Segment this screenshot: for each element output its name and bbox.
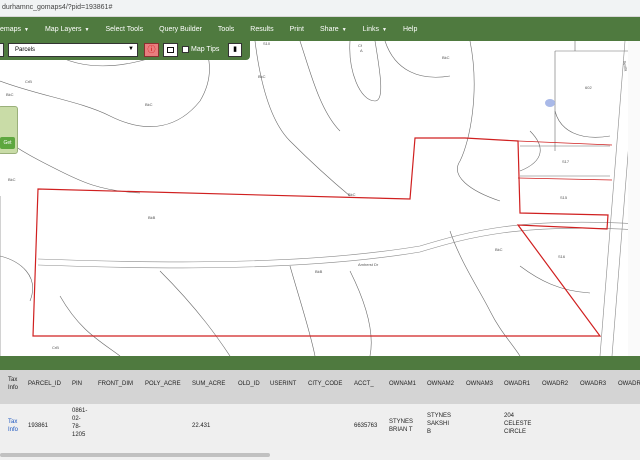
menu-results[interactable]: Results <box>250 26 273 33</box>
parcel-number-label: S15 <box>560 195 568 200</box>
col-header-old-id[interactable]: OLD_ID <box>238 380 260 388</box>
get-button[interactable]: Get <box>0 137 15 149</box>
menu-share[interactable]: Share ▼ <box>320 26 347 33</box>
soil-boundaries <box>0 41 630 356</box>
identify-button[interactable]: ⓘ <box>144 43 159 57</box>
soil-label: BkB <box>315 269 323 274</box>
results-horizontal-scrollbar[interactable] <box>0 450 640 460</box>
menu-emaps[interactable]: emaps ▼ <box>0 26 29 33</box>
soil-label: BkB <box>148 215 156 220</box>
soil-label: BkC <box>495 247 503 252</box>
soil-label: CrB <box>52 345 59 350</box>
menu-select-tools[interactable]: Select Tools <box>106 26 144 33</box>
parcel-outline-193861[interactable] <box>32 137 609 337</box>
col-header-sum-acre[interactable]: SUM_ACRE <box>192 380 225 388</box>
soil-label: A <box>360 48 363 53</box>
col-header-ownam1[interactable]: OWNAM1 <box>389 380 416 388</box>
parcel-number-label: S16 <box>558 254 566 259</box>
soil-label: CrB <box>25 79 32 84</box>
results-panel-header <box>0 356 640 370</box>
cell-ownam1: STYNES BRIAN T <box>389 419 414 433</box>
clipboard-button[interactable]: ▮ <box>228 43 242 57</box>
menu-map-layers[interactable]: Map Layers ▼ <box>45 26 90 33</box>
col-header-owadr3[interactable]: OWADR3 <box>580 380 606 388</box>
caret-down-icon: ▼ <box>341 26 347 33</box>
soil-label: BkC <box>348 192 356 197</box>
menu-help-label: Help <box>402 25 418 33</box>
layer-select[interactable]: Parcels ▼ <box>8 43 138 57</box>
menu-links[interactable]: Links ▼ <box>363 26 387 33</box>
menu-results-label: Results <box>250 25 274 33</box>
menu-query-builder-label: Query Builder <box>159 25 202 33</box>
road-label: Amherst Dr <box>358 262 379 267</box>
map-tips-label: Map Tips <box>191 46 220 53</box>
soil-label: BkC <box>6 92 14 97</box>
menu-print[interactable]: Print <box>290 26 304 33</box>
map-canvas[interactable]: Amherst Dr Serita CrB BkC BkC BkB BkC Bk… <box>0 41 640 356</box>
map-tips-toggle[interactable]: Map Tips <box>182 46 219 53</box>
col-header-poly-acre[interactable]: POLY_ACRE <box>145 380 181 388</box>
info-circle-icon: ⓘ <box>147 45 156 54</box>
clipboard-icon: ▮ <box>233 46 237 53</box>
soil-label: S10 <box>263 41 271 46</box>
scrollbar-thumb[interactable] <box>0 453 270 457</box>
menu-select-tools-label: Select Tools <box>105 25 144 33</box>
col-header-parcel-id[interactable]: PARCEL_ID <box>28 380 61 388</box>
parcel-number-label: S17 <box>562 159 570 164</box>
select-box-button[interactable] <box>163 43 178 57</box>
menu-tools[interactable]: Tools <box>218 26 234 33</box>
col-header-tax-info[interactable]: Tax Info <box>8 376 18 392</box>
cell-pin: 0861- 02- 78- 1205 <box>72 408 88 438</box>
col-header-city-code[interactable]: CITY_CODE <box>308 380 342 388</box>
parcel-number-label: 602 <box>585 85 592 90</box>
col-header-owadr1[interactable]: OWADR1 <box>504 380 530 388</box>
tax-info-link[interactable]: Tax Info <box>8 418 18 434</box>
col-header-front-dim[interactable]: FRONT_DIM <box>98 380 133 388</box>
col-header-acct[interactable]: ACCT_ <box>354 380 374 388</box>
main-menu-bar: emaps ▼ Map Layers ▼ Select Tools Query Bu… <box>0 17 640 41</box>
col-header-owadr2[interactable]: OWADR2 <box>542 380 568 388</box>
menu-tools-label: Tools <box>217 25 235 33</box>
amherst-road <box>37 221 640 269</box>
toolbar-stub-button[interactable] <box>0 43 4 57</box>
menu-emaps-label: emaps <box>0 25 22 33</box>
col-header-owadr[interactable]: OWADR <box>618 380 640 388</box>
col-header-pin[interactable]: PIN <box>72 380 82 388</box>
menu-links-label: Links <box>362 25 379 33</box>
layer-select-value: Parcels <box>15 47 36 53</box>
results-table: Tax Info PARCEL_ID PIN FRONT_DIM POLY_ACR… <box>0 370 640 450</box>
menu-print-label: Print <box>289 25 305 33</box>
cell-owadr1: 204 CELESTE CIRCLE <box>504 413 532 435</box>
map-vertical-scrollbar[interactable] <box>628 41 640 356</box>
soil-label: BkC <box>145 102 153 107</box>
float-panel: Get <box>0 106 18 154</box>
caret-down-icon: ▼ <box>84 26 90 33</box>
url-text: durhamnc_gomaps4/?pid=193861# <box>2 4 113 11</box>
map-tips-checkbox[interactable] <box>182 46 189 53</box>
pond-shape <box>545 99 555 107</box>
square-icon <box>167 47 174 53</box>
menu-share-label: Share <box>320 25 339 33</box>
soil-label: BkC <box>442 55 450 60</box>
chevron-down-icon: ▼ <box>128 46 134 52</box>
table-header-row: Tax Info PARCEL_ID PIN FRONT_DIM POLY_ACR… <box>0 370 640 404</box>
menu-help[interactable]: Help <box>403 26 417 33</box>
col-header-userint[interactable]: USERINT <box>270 380 296 388</box>
table-row[interactable]: Tax Info 193861 0861- 02- 78- 1205 22.431 66… <box>0 404 640 450</box>
menu-map-layers-label: Map Layers <box>44 25 82 33</box>
col-header-ownam2[interactable]: OWNAM2 <box>427 380 454 388</box>
cell-parcel-id: 193861 <box>28 423 49 429</box>
soil-label: BkC <box>8 177 16 182</box>
menu-query-builder[interactable]: Query Builder <box>159 26 202 33</box>
cell-ownam2: STYNES SAKSHI B <box>427 413 452 435</box>
cell-acct: 6635763 <box>354 423 378 429</box>
map-drawing[interactable]: Amherst Dr Serita CrB BkC BkC BkB BkC Bk… <box>0 41 640 356</box>
cell-sum-acre: 22.431 <box>192 423 211 429</box>
soil-label: BkC <box>258 74 266 79</box>
caret-down-icon: ▼ <box>382 26 387 33</box>
caret-down-icon: ▼ <box>24 26 29 33</box>
browser-url-bar[interactable]: durhamnc_gomaps4/?pid=193861# <box>0 0 640 17</box>
col-header-ownam3[interactable]: OWNAM3 <box>466 380 493 388</box>
map-toolbar: Parcels ▼ ⓘ Map Tips ▮ <box>0 41 250 60</box>
